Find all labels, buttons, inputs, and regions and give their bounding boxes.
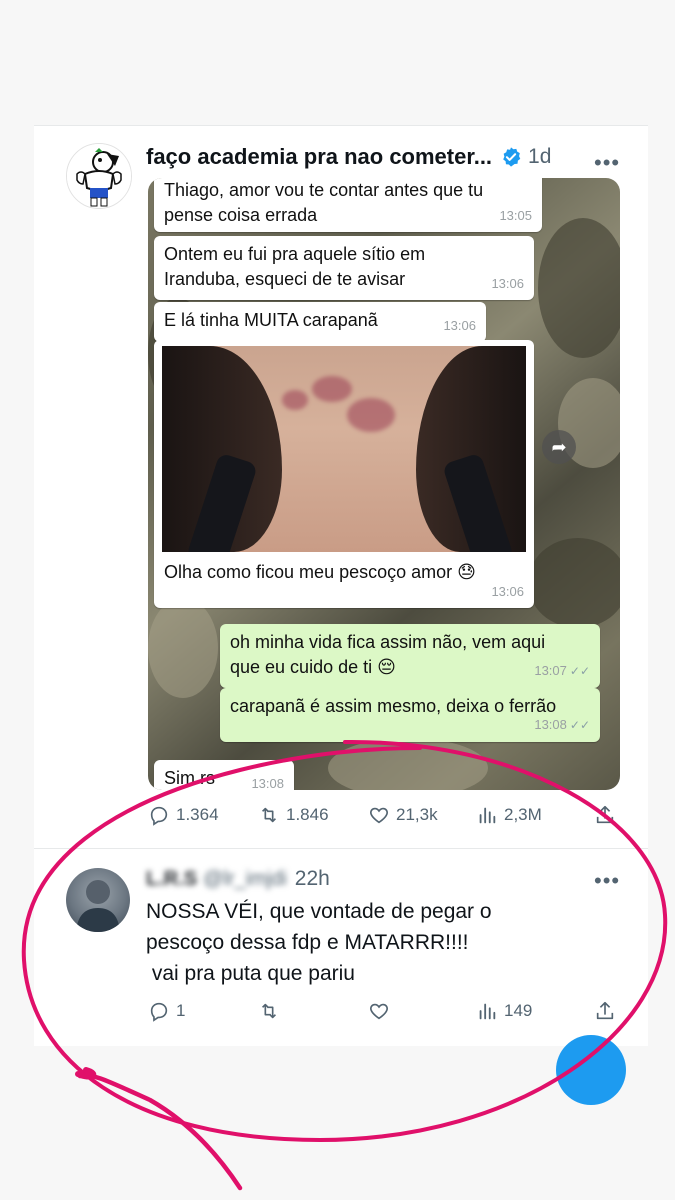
camo-patch [148, 598, 218, 698]
more-options-icon[interactable]: ••• [594, 868, 620, 894]
chat-bubble-incoming: E lá tinha MUITA carapanã 13:06 [154, 302, 486, 342]
neck-photo [162, 346, 526, 552]
tweet-header: faço academia pra nao cometer... 1d [146, 142, 626, 172]
heart-icon [370, 1003, 388, 1020]
compose-fab[interactable] [556, 1035, 626, 1105]
like-count: 21,3k [396, 805, 438, 824]
reply-time[interactable]: 22h [295, 867, 330, 891]
chat-message-time: 13:05 [499, 208, 532, 223]
neck-mark [282, 390, 308, 410]
retweet-count: 1.846 [286, 805, 329, 824]
reply-count: 1.364 [176, 805, 219, 824]
reply-icon [150, 806, 168, 826]
chat-bubble-incoming: Sim rs 13:08 [154, 760, 294, 790]
reply-count: 1 [176, 1001, 186, 1020]
reply-author-avatar[interactable] [66, 868, 130, 932]
forward-icon[interactable]: ➦ [542, 430, 576, 464]
chat-bubble-incoming: Thiago, amor vou te contar antes que tu … [154, 178, 542, 232]
views-button[interactable]: 149 [476, 1000, 532, 1022]
views-button[interactable]: 2,3M [476, 804, 542, 826]
chat-message-time: 13:07 ✓✓ [534, 658, 590, 684]
tweet-action-bar: 1.364 1.846 21,3k 2,3M [148, 804, 620, 832]
share-icon [596, 1001, 614, 1020]
views-icon [479, 1003, 496, 1020]
reply-author-handle[interactable]: @lr_imjdi [203, 868, 287, 891]
chat-message-text: Ontem eu fui pra aquele sítio em Irandub… [164, 244, 426, 289]
reply-button[interactable]: 1.364 [148, 804, 219, 826]
annotation-dot [75, 1067, 97, 1080]
chat-message-time: 13:08 ✓✓ [534, 712, 590, 738]
retweet-button[interactable]: 1.846 [258, 804, 329, 826]
chat-bubble-outgoing: oh minha vida fica assim não, vem aqui q… [220, 624, 600, 688]
chat-message-time: 13:06 [491, 276, 524, 291]
share-button[interactable] [594, 804, 622, 826]
reply-button[interactable]: 1 [148, 1000, 185, 1022]
cartoon-dog-avatar-icon [67, 144, 131, 208]
views-icon [479, 807, 496, 824]
camo-patch [328, 738, 488, 790]
retweet-icon [261, 807, 277, 823]
share-button[interactable] [594, 1000, 622, 1022]
verified-badge-icon [503, 147, 521, 167]
retweet-button[interactable] [258, 1000, 286, 1022]
read-checks-icon: ✓✓ [569, 664, 590, 678]
chat-bubble-outgoing: carapanã é assim mesmo, deixa o ferrão 1… [220, 688, 600, 742]
reply-header: L.R.S @lr_imjdi 22h [146, 866, 330, 892]
neck-mark [347, 398, 395, 432]
reply-icon [150, 1002, 168, 1022]
time-value: 13:08 [534, 717, 567, 732]
chat-message-text: Thiago, amor vou te contar antes que tu … [164, 180, 484, 225]
author-avatar[interactable] [66, 143, 132, 209]
camo-patch [528, 538, 620, 628]
like-button[interactable]: 21,3k [368, 804, 438, 826]
reply-line: vai pra puta que pariu [146, 962, 355, 985]
reply-author-name[interactable]: L.R.S [146, 868, 197, 891]
views-count: 2,3M [504, 805, 542, 824]
read-checks-icon: ✓✓ [569, 718, 590, 732]
divider [34, 848, 648, 849]
views-count: 149 [504, 1001, 533, 1020]
reply-action-bar: 1 149 [148, 1000, 620, 1028]
more-options-icon[interactable]: ••• [594, 150, 620, 176]
chat-bubble-image: Olha como ficou meu pescoço amor 😓 13:06 [154, 340, 534, 608]
person-avatar-icon [76, 880, 120, 932]
annotation-tail [77, 1072, 243, 1191]
like-button[interactable] [368, 1000, 396, 1022]
reply-line: NOSSA VÉI, que vontade de pegar o [146, 900, 492, 923]
chat-message-text: E lá tinha MUITA carapanã [164, 310, 378, 330]
chat-message-text: Olha como ficou meu pescoço amor 😓 [164, 562, 476, 582]
tweet-time[interactable]: 1d [528, 145, 551, 169]
chat-message-time: 13:06 [443, 318, 476, 333]
heart-icon [370, 807, 388, 824]
camo-patch [538, 218, 620, 358]
reply-text: NOSSA VÉI, que vontade de pegar o pescoç… [146, 896, 586, 989]
neck-mark [312, 376, 352, 402]
tweet-media-image[interactable]: Thiago, amor vou te contar antes que tu … [148, 178, 620, 790]
time-value: 13:07 [534, 663, 567, 678]
chat-message-time: 13:08 [251, 776, 284, 790]
chat-bubble-incoming: Ontem eu fui pra aquele sítio em Irandub… [154, 236, 534, 300]
chat-message-time: 13:06 [491, 584, 524, 599]
reply-line: pescoço dessa fdp e MATARRR!!!! [146, 931, 469, 954]
share-icon [596, 805, 614, 824]
author-name[interactable]: faço academia pra nao cometer... [146, 144, 492, 170]
retweet-icon [261, 1003, 277, 1019]
